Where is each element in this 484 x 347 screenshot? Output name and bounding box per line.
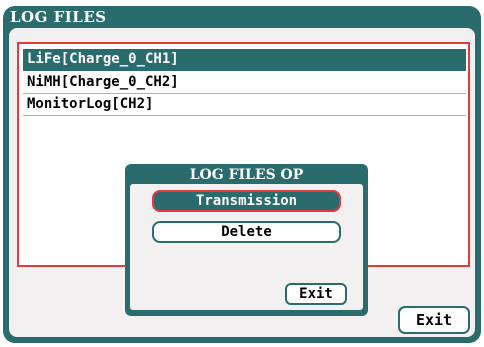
transmission-button[interactable]: Transmission: [152, 190, 341, 212]
list-item-label: NiMH[Charge_0_CH2]: [27, 74, 179, 90]
list-item-label: LiFe[Charge_0_CH1]: [27, 51, 179, 67]
list-item[interactable]: NiMH[Charge_0_CH2]: [23, 72, 466, 94]
row-divider: [23, 115, 466, 116]
log-files-op-dialog: LOG FILES OP Transmission Delete Exit: [125, 164, 368, 316]
window-title: LOG FILES: [10, 8, 107, 26]
dialog-exit-button[interactable]: Exit: [285, 283, 347, 305]
dialog-body: Transmission Delete Exit: [130, 184, 363, 310]
exit-button[interactable]: Exit: [398, 306, 470, 334]
list-item-label: MonitorLog[CH2]: [27, 96, 154, 112]
list-item[interactable]: LiFe[Charge_0_CH1]: [23, 49, 466, 71]
delete-button[interactable]: Delete: [152, 221, 341, 243]
list-item[interactable]: MonitorLog[CH2]: [23, 94, 466, 116]
device-screen: LOG FILES LiFe[Charge_0_CH1] NiMH[Charge…: [0, 0, 484, 347]
dialog-title: LOG FILES OP: [189, 167, 304, 183]
